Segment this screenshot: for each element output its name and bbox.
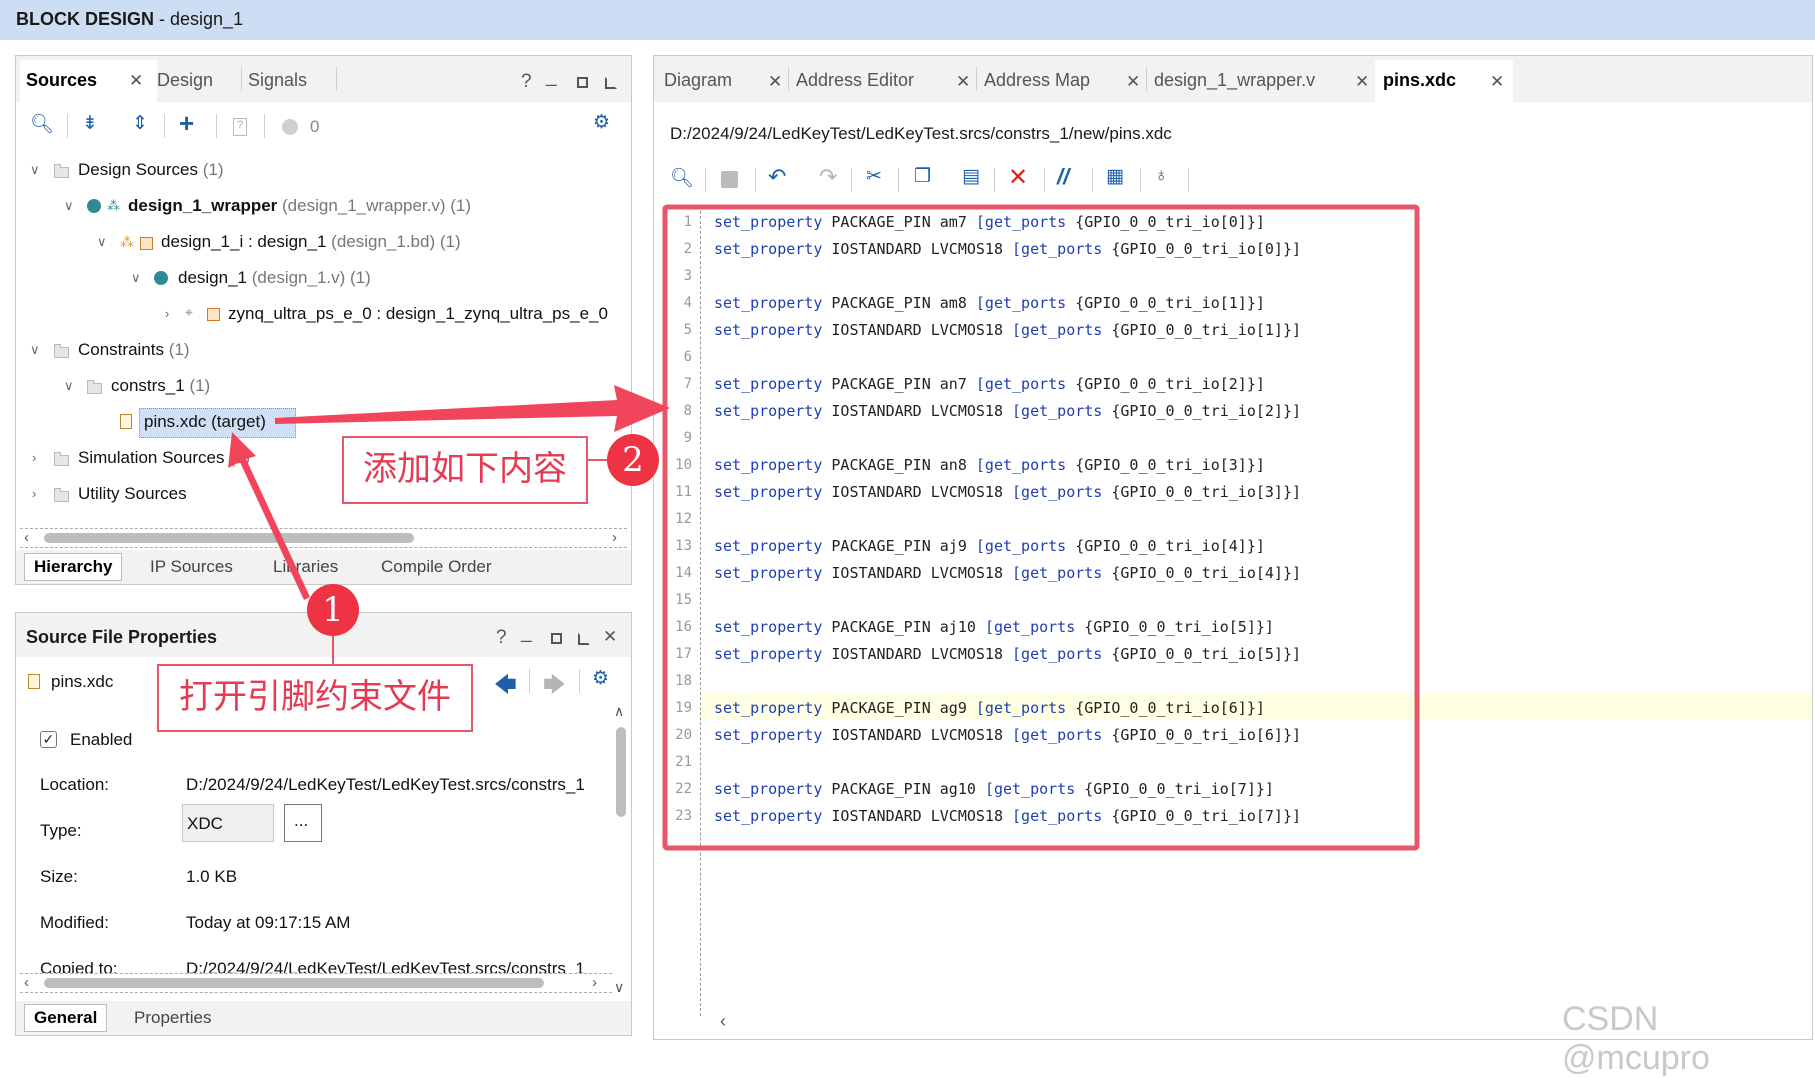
watermark: CSDN @mcupro bbox=[1562, 1000, 1710, 1077]
callout-open-pin-constraint-file: 打开引脚约束文件 bbox=[157, 664, 473, 732]
annotation-arrows bbox=[228, 204, 1420, 851]
step-badge-2: 2 bbox=[607, 434, 659, 486]
step-badge-1: 1 bbox=[307, 584, 359, 636]
callout-add-content: 添加如下内容 bbox=[342, 436, 588, 504]
arrow-to-pins-xdc bbox=[228, 432, 310, 600]
code-highlight-box bbox=[662, 204, 1420, 851]
arrow-to-editor bbox=[275, 385, 670, 432]
